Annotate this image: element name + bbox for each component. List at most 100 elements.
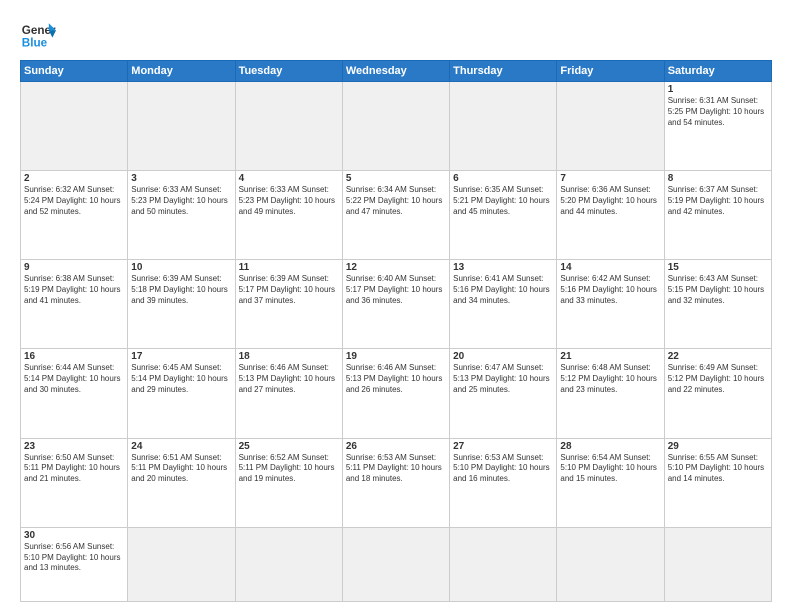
logo-icon: General Blue — [20, 16, 56, 52]
day-info: Sunrise: 6:46 AM Sunset: 5:13 PM Dayligh… — [346, 363, 446, 395]
day-info: Sunrise: 6:51 AM Sunset: 5:11 PM Dayligh… — [131, 453, 231, 485]
calendar-cell: 28Sunrise: 6:54 AM Sunset: 5:10 PM Dayli… — [557, 438, 664, 527]
calendar-cell: 21Sunrise: 6:48 AM Sunset: 5:12 PM Dayli… — [557, 349, 664, 438]
calendar-cell: 15Sunrise: 6:43 AM Sunset: 5:15 PM Dayli… — [664, 260, 771, 349]
calendar-cell — [342, 527, 449, 601]
calendar-cell: 30Sunrise: 6:56 AM Sunset: 5:10 PM Dayli… — [21, 527, 128, 601]
day-number: 22 — [668, 351, 768, 362]
day-info: Sunrise: 6:56 AM Sunset: 5:10 PM Dayligh… — [24, 542, 124, 574]
day-number: 26 — [346, 441, 446, 452]
calendar-cell: 7Sunrise: 6:36 AM Sunset: 5:20 PM Daylig… — [557, 171, 664, 260]
calendar-cell: 4Sunrise: 6:33 AM Sunset: 5:23 PM Daylig… — [235, 171, 342, 260]
day-number: 13 — [453, 262, 553, 273]
weekday-header-monday: Monday — [128, 61, 235, 82]
day-info: Sunrise: 6:46 AM Sunset: 5:13 PM Dayligh… — [239, 363, 339, 395]
day-info: Sunrise: 6:39 AM Sunset: 5:18 PM Dayligh… — [131, 274, 231, 306]
calendar-cell: 27Sunrise: 6:53 AM Sunset: 5:10 PM Dayli… — [450, 438, 557, 527]
day-number: 19 — [346, 351, 446, 362]
logo: General Blue — [20, 16, 56, 52]
calendar-cell: 17Sunrise: 6:45 AM Sunset: 5:14 PM Dayli… — [128, 349, 235, 438]
day-info: Sunrise: 6:37 AM Sunset: 5:19 PM Dayligh… — [668, 185, 768, 217]
weekday-header-sunday: Sunday — [21, 61, 128, 82]
weekday-header-wednesday: Wednesday — [342, 61, 449, 82]
day-number: 23 — [24, 441, 124, 452]
weekday-header-tuesday: Tuesday — [235, 61, 342, 82]
calendar-cell: 20Sunrise: 6:47 AM Sunset: 5:13 PM Dayli… — [450, 349, 557, 438]
calendar-cell: 12Sunrise: 6:40 AM Sunset: 5:17 PM Dayli… — [342, 260, 449, 349]
day-info: Sunrise: 6:45 AM Sunset: 5:14 PM Dayligh… — [131, 363, 231, 395]
week-row-2: 9Sunrise: 6:38 AM Sunset: 5:19 PM Daylig… — [21, 260, 772, 349]
calendar-cell — [21, 82, 128, 171]
calendar-cell: 26Sunrise: 6:53 AM Sunset: 5:11 PM Dayli… — [342, 438, 449, 527]
day-info: Sunrise: 6:33 AM Sunset: 5:23 PM Dayligh… — [239, 185, 339, 217]
calendar-cell: 9Sunrise: 6:38 AM Sunset: 5:19 PM Daylig… — [21, 260, 128, 349]
calendar-cell: 25Sunrise: 6:52 AM Sunset: 5:11 PM Dayli… — [235, 438, 342, 527]
day-info: Sunrise: 6:40 AM Sunset: 5:17 PM Dayligh… — [346, 274, 446, 306]
calendar-cell — [450, 527, 557, 601]
week-row-3: 16Sunrise: 6:44 AM Sunset: 5:14 PM Dayli… — [21, 349, 772, 438]
calendar-cell: 29Sunrise: 6:55 AM Sunset: 5:10 PM Dayli… — [664, 438, 771, 527]
week-row-5: 30Sunrise: 6:56 AM Sunset: 5:10 PM Dayli… — [21, 527, 772, 601]
day-number: 27 — [453, 441, 553, 452]
day-number: 21 — [560, 351, 660, 362]
calendar-cell — [235, 82, 342, 171]
calendar-cell: 23Sunrise: 6:50 AM Sunset: 5:11 PM Dayli… — [21, 438, 128, 527]
calendar-cell: 6Sunrise: 6:35 AM Sunset: 5:21 PM Daylig… — [450, 171, 557, 260]
calendar-cell: 3Sunrise: 6:33 AM Sunset: 5:23 PM Daylig… — [128, 171, 235, 260]
day-number: 11 — [239, 262, 339, 273]
day-info: Sunrise: 6:53 AM Sunset: 5:11 PM Dayligh… — [346, 453, 446, 485]
day-number: 9 — [24, 262, 124, 273]
day-info: Sunrise: 6:34 AM Sunset: 5:22 PM Dayligh… — [346, 185, 446, 217]
day-number: 14 — [560, 262, 660, 273]
day-number: 18 — [239, 351, 339, 362]
day-number: 20 — [453, 351, 553, 362]
day-number: 4 — [239, 173, 339, 184]
calendar-cell — [235, 527, 342, 601]
day-info: Sunrise: 6:39 AM Sunset: 5:17 PM Dayligh… — [239, 274, 339, 306]
calendar-cell — [664, 527, 771, 601]
day-number: 28 — [560, 441, 660, 452]
page: General Blue SundayMondayTuesdayWednesda… — [0, 0, 792, 612]
day-number: 8 — [668, 173, 768, 184]
day-number: 7 — [560, 173, 660, 184]
calendar-cell: 24Sunrise: 6:51 AM Sunset: 5:11 PM Dayli… — [128, 438, 235, 527]
day-info: Sunrise: 6:38 AM Sunset: 5:19 PM Dayligh… — [24, 274, 124, 306]
day-info: Sunrise: 6:55 AM Sunset: 5:10 PM Dayligh… — [668, 453, 768, 485]
day-info: Sunrise: 6:48 AM Sunset: 5:12 PM Dayligh… — [560, 363, 660, 395]
week-row-4: 23Sunrise: 6:50 AM Sunset: 5:11 PM Dayli… — [21, 438, 772, 527]
day-number: 29 — [668, 441, 768, 452]
day-number: 3 — [131, 173, 231, 184]
day-number: 25 — [239, 441, 339, 452]
day-number: 6 — [453, 173, 553, 184]
header: General Blue — [20, 16, 772, 52]
svg-text:Blue: Blue — [22, 37, 48, 50]
calendar-cell — [557, 82, 664, 171]
day-number: 2 — [24, 173, 124, 184]
weekday-header-friday: Friday — [557, 61, 664, 82]
calendar-cell — [450, 82, 557, 171]
day-info: Sunrise: 6:35 AM Sunset: 5:21 PM Dayligh… — [453, 185, 553, 217]
day-info: Sunrise: 6:53 AM Sunset: 5:10 PM Dayligh… — [453, 453, 553, 485]
calendar-cell: 16Sunrise: 6:44 AM Sunset: 5:14 PM Dayli… — [21, 349, 128, 438]
day-number: 5 — [346, 173, 446, 184]
day-info: Sunrise: 6:41 AM Sunset: 5:16 PM Dayligh… — [453, 274, 553, 306]
day-info: Sunrise: 6:52 AM Sunset: 5:11 PM Dayligh… — [239, 453, 339, 485]
calendar-cell: 22Sunrise: 6:49 AM Sunset: 5:12 PM Dayli… — [664, 349, 771, 438]
week-row-1: 2Sunrise: 6:32 AM Sunset: 5:24 PM Daylig… — [21, 171, 772, 260]
calendar-cell — [557, 527, 664, 601]
weekday-header-saturday: Saturday — [664, 61, 771, 82]
calendar-cell: 8Sunrise: 6:37 AM Sunset: 5:19 PM Daylig… — [664, 171, 771, 260]
week-row-0: 1Sunrise: 6:31 AM Sunset: 5:25 PM Daylig… — [21, 82, 772, 171]
calendar-cell: 14Sunrise: 6:42 AM Sunset: 5:16 PM Dayli… — [557, 260, 664, 349]
day-info: Sunrise: 6:31 AM Sunset: 5:25 PM Dayligh… — [668, 96, 768, 128]
day-info: Sunrise: 6:33 AM Sunset: 5:23 PM Dayligh… — [131, 185, 231, 217]
calendar-cell — [128, 82, 235, 171]
day-info: Sunrise: 6:50 AM Sunset: 5:11 PM Dayligh… — [24, 453, 124, 485]
calendar-cell: 5Sunrise: 6:34 AM Sunset: 5:22 PM Daylig… — [342, 171, 449, 260]
calendar-cell — [342, 82, 449, 171]
day-info: Sunrise: 6:32 AM Sunset: 5:24 PM Dayligh… — [24, 185, 124, 217]
weekday-header-row: SundayMondayTuesdayWednesdayThursdayFrid… — [21, 61, 772, 82]
calendar-cell: 10Sunrise: 6:39 AM Sunset: 5:18 PM Dayli… — [128, 260, 235, 349]
day-info: Sunrise: 6:44 AM Sunset: 5:14 PM Dayligh… — [24, 363, 124, 395]
calendar-cell: 19Sunrise: 6:46 AM Sunset: 5:13 PM Dayli… — [342, 349, 449, 438]
